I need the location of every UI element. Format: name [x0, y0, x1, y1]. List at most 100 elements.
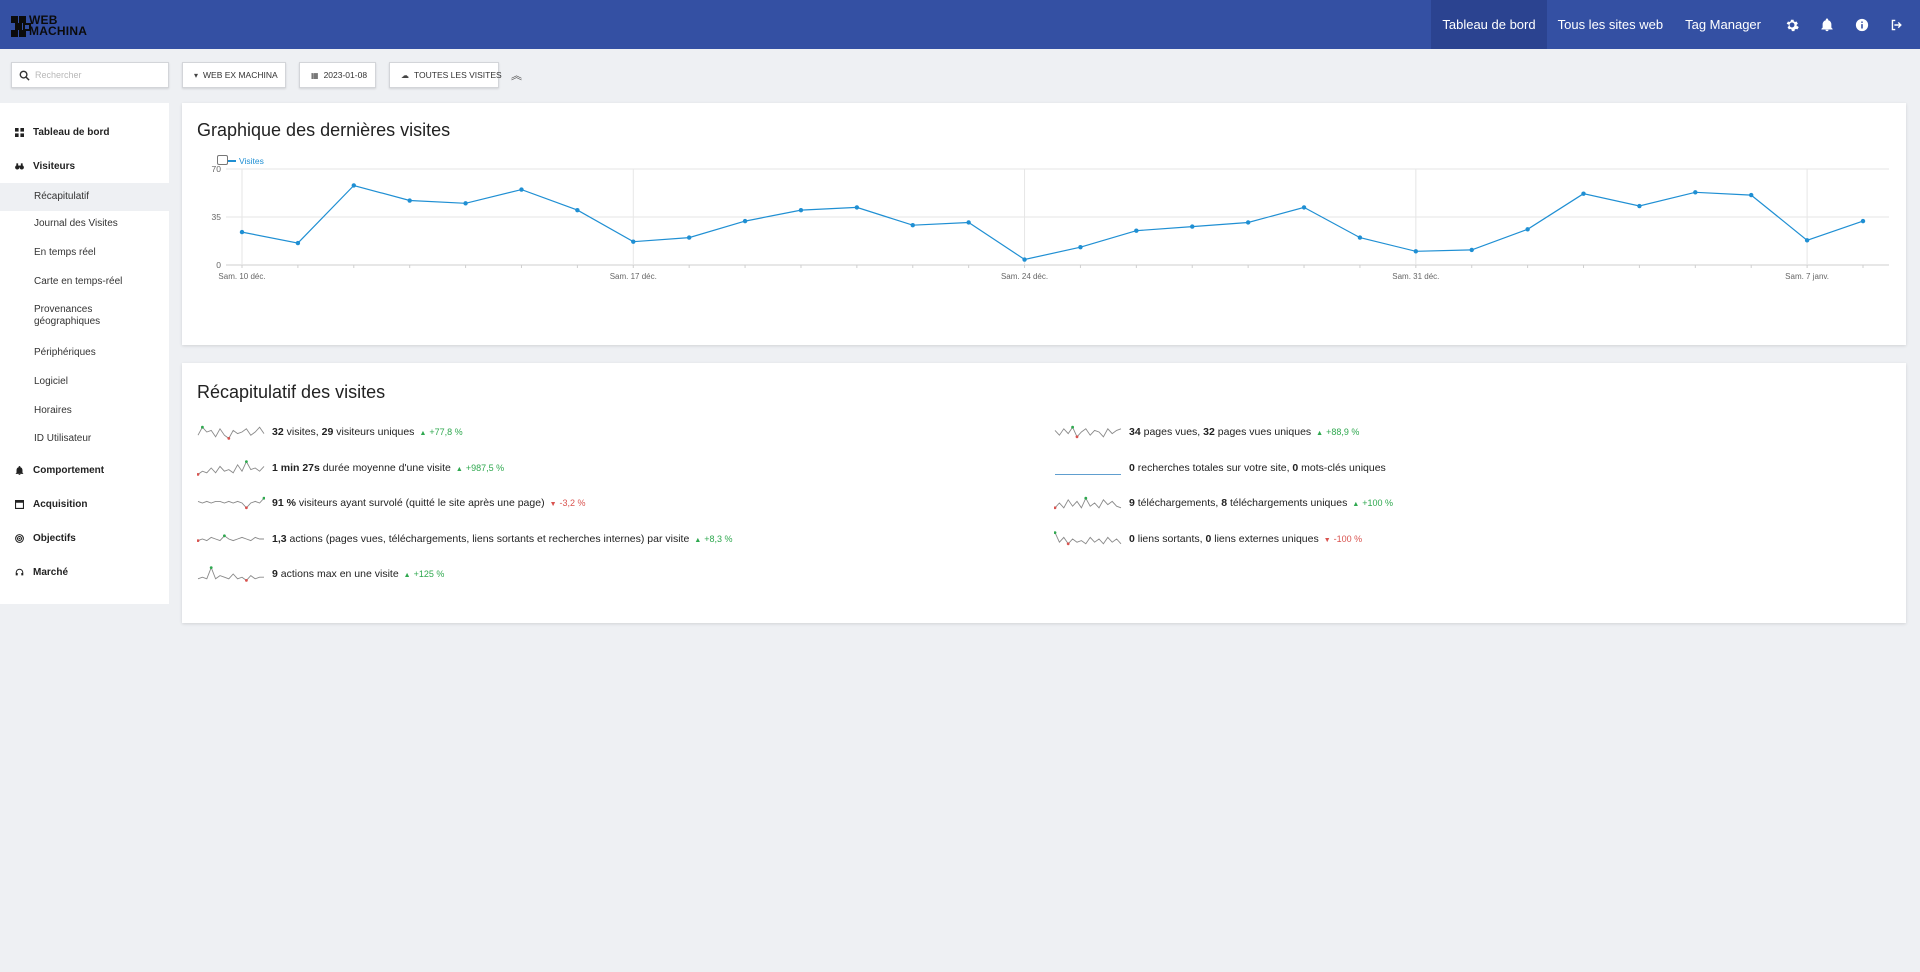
sidebar-item-locations[interactable]: Provenances géographiques [0, 302, 169, 330]
bell-icon [14, 465, 24, 475]
visits-summary-card: Récapitulatif des visites 32 visites, 29… [182, 363, 1906, 623]
info-icon[interactable] [1844, 0, 1879, 49]
sidebar-item-acquisition[interactable]: Acquisition [0, 489, 169, 519]
visits-line-chart[interactable]: 0 35 70 Sam. 10 déc. Sam. 17 déc. Sam. 24 déc… [182, 103, 1906, 345]
x-tick-label: Sam. 17 déc. [610, 272, 657, 281]
segment-selector[interactable]: ☁ TOUTES LES VISITES [389, 62, 502, 88]
sidebar-item-software[interactable]: Logiciel [0, 372, 169, 392]
sparkline-icon[interactable] [197, 564, 265, 584]
sidebar-item-visits-overview[interactable]: Récapitulatif [0, 183, 169, 211]
sidebar-item-real-time-map[interactable]: Carte en temps-réel [0, 272, 169, 292]
sidebar-item-visits-log[interactable]: Journal des Visites [0, 214, 169, 234]
metric-label: visiteurs uniques [333, 426, 415, 438]
sidebar-item-real-time[interactable]: En temps réel [0, 243, 169, 263]
evolution-value: +100 % [1362, 498, 1394, 508]
sidebar-item-marketplace[interactable]: Marché [0, 557, 169, 587]
evolution-badge[interactable]: ▲ +77,8 % [419, 427, 462, 437]
evolution-graph-card: Graphique des dernières visites Visites … [182, 103, 1906, 345]
site-selector[interactable]: ▾ WEB EX MACHINA [182, 62, 286, 88]
sparkline-icon[interactable] [197, 458, 265, 478]
arrow-up-icon: ▲ [694, 536, 702, 544]
data-point [798, 207, 804, 213]
evolution-badge[interactable]: ▲ +125 % [404, 569, 445, 579]
data-point [1693, 190, 1698, 195]
evolution-badge[interactable]: ▼ -3,2 % [550, 498, 586, 508]
nav-dashboard[interactable]: Tableau de bord [1431, 0, 1547, 49]
logout-icon[interactable] [1879, 0, 1914, 49]
sparkline-icon[interactable] [197, 422, 265, 442]
logo-text: WEB MACHINA [29, 13, 88, 38]
evolution-badge[interactable]: ▼ -100 % [1324, 534, 1362, 544]
data-point [910, 223, 915, 228]
headphones-icon [14, 567, 24, 577]
series-line-visites [241, 184, 1864, 261]
data-point [519, 187, 524, 192]
target-icon [14, 533, 24, 543]
summary-row: 1,3 actions (pages vues, téléchargements… [197, 529, 733, 549]
arrow-up-icon: ▲ [403, 572, 411, 579]
y-tick-label: 35 [212, 212, 222, 222]
sparkline-icon[interactable] [197, 493, 265, 513]
x-tick-label: Sam. 31 déc. [1392, 272, 1439, 281]
segment-selector-label: TOUTES LES VISITES [414, 70, 502, 80]
evolution-value: +125 % [413, 569, 445, 579]
data-point [239, 229, 245, 235]
sidebar: Tableau de bord Visiteurs Récapitulatif … [0, 103, 169, 604]
search-field[interactable] [11, 62, 169, 88]
summary-row: 9 téléchargements, 8 téléchargements uni… [1054, 493, 1393, 513]
metric-label: téléchargements uniques [1227, 497, 1348, 509]
collapse-icon[interactable]: ︽ [511, 67, 522, 83]
data-point [1581, 191, 1586, 196]
evolution-value: +987,5 % [465, 462, 505, 473]
data-point [966, 220, 971, 225]
sparkline-icon[interactable] [1054, 493, 1122, 513]
metric-label: liens externes uniques [1211, 532, 1319, 545]
metric-label: mots-clés uniques [1298, 461, 1386, 474]
x-tick-label: Sam. 24 déc. [1001, 272, 1048, 281]
metric-label: recherches totales sur votre site, [1134, 461, 1293, 474]
sidebar-item-goals[interactable]: Objectifs [0, 523, 169, 553]
metric-value: 1,3 [272, 532, 287, 545]
data-point [1022, 257, 1027, 262]
sidebar-item-times[interactable]: Horaires [0, 401, 169, 421]
sidebar-item-label: Acquisition [33, 498, 88, 510]
data-point [575, 207, 580, 213]
top-nav-menu: Tableau de bord Tous les sites web Tag M… [1431, 0, 1920, 49]
date-selector[interactable]: ▦ 2023-01-08 [299, 62, 376, 88]
data-point [1804, 238, 1810, 243]
data-point [631, 239, 636, 244]
data-point [351, 183, 356, 188]
brand-logo[interactable]: WEB MACHINA [10, 11, 88, 41]
top-navigation: WEB MACHINA Tableau de bord Tous les sit… [0, 0, 1920, 49]
data-point [1245, 220, 1251, 225]
sparkline-icon[interactable] [1054, 529, 1122, 549]
sidebar-item-user-ids[interactable]: ID Utilisateur [0, 429, 169, 449]
sidebar-item-visitors[interactable]: Visiteurs [0, 151, 169, 181]
y-tick-label: 0 [216, 260, 221, 270]
data-point [1078, 244, 1083, 250]
sidebar-item-behaviour[interactable]: Comportement [0, 455, 169, 485]
evolution-badge[interactable]: ▲ +88,9 % [1316, 427, 1359, 437]
metric-label: actions (pages vues, téléchargements, li… [286, 532, 690, 545]
search-input[interactable] [35, 70, 165, 80]
nav-tag-manager[interactable]: Tag Manager [1674, 0, 1772, 49]
sparkline-icon[interactable] [1054, 422, 1122, 442]
caret-down-icon: ▾ [194, 70, 199, 80]
evolution-badge[interactable]: ▲ +8,3 % [694, 534, 732, 544]
sparkline-icon[interactable] [197, 529, 265, 549]
evolution-badge[interactable]: ▲ +987,5 % [456, 463, 504, 473]
evolution-value: +8,3 % [704, 533, 733, 544]
sidebar-item-dashboard[interactable]: Tableau de bord [0, 117, 169, 147]
arrow-down-icon: ▼ [1323, 536, 1331, 544]
y-tick-label: 70 [212, 164, 222, 174]
sidebar-item-devices[interactable]: Périphériques [0, 343, 169, 363]
nav-all-websites[interactable]: Tous les sites web [1547, 0, 1675, 49]
bell-icon[interactable] [1809, 0, 1844, 49]
sparkline-icon[interactable] [1054, 458, 1122, 478]
evolution-value: +77,8 % [429, 427, 463, 437]
gear-icon[interactable] [1774, 0, 1809, 49]
evolution-badge[interactable]: ▲ +100 % [1352, 498, 1393, 508]
summary-row: 32 visites, 29 visiteurs uniques ▲ +77,8 % [197, 422, 463, 442]
data-point [1357, 235, 1363, 240]
data-point [686, 235, 692, 240]
